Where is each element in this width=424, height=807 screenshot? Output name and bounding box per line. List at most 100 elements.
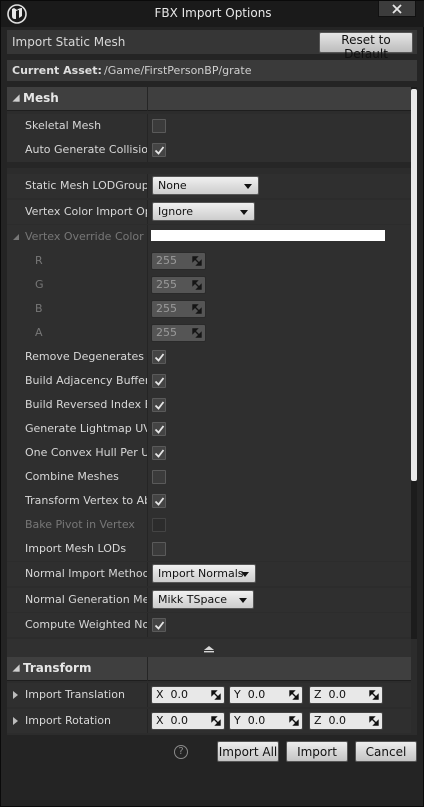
rotation-y-input[interactable]: Y 0.0 <box>229 712 303 730</box>
color-b-input[interactable]: 255 <box>151 300 206 318</box>
rotation-x-input[interactable]: X 0.0 <box>151 712 225 730</box>
row-label: Vertex Override Color <box>25 230 144 243</box>
row-skeletal-mesh: Skeletal Mesh <box>7 114 411 138</box>
checkmark-icon <box>154 448 164 458</box>
import-all-button[interactable]: Import All <box>217 741 279 762</box>
drag-handle-icon <box>211 716 221 726</box>
column-divider <box>147 657 148 681</box>
drag-handle-icon <box>369 690 379 700</box>
axis-label: Y <box>234 714 241 727</box>
row-import-rotation: Import Rotation X 0.0 Y 0.0 Z 0.0 <box>7 709 411 733</box>
import-options-window: FBX Import Options Import Static Mesh Re… <box>0 0 424 807</box>
rotation-z-input[interactable]: Z 0.0 <box>309 712 383 730</box>
row-generate-lightmap-uvs: Generate Lightmap UVs <box>7 417 411 441</box>
compute-weighted-normals-checkbox[interactable] <box>152 618 166 632</box>
translation-z-input[interactable]: Z 0.0 <box>309 686 383 704</box>
row-lod-group: Static Mesh LODGroup None <box>7 174 411 198</box>
build-reversed-index-checkbox[interactable] <box>152 398 166 412</box>
input-value: 0.0 <box>170 714 189 727</box>
column-divider <box>147 138 148 162</box>
row-normal-import-method: Normal Import Method Import Normals <box>7 562 411 586</box>
drag-handle-icon <box>369 716 379 726</box>
translation-y-input[interactable]: Y 0.0 <box>229 686 303 704</box>
vertex-override-color-swatch[interactable] <box>151 230 385 241</box>
color-g-input[interactable]: 255 <box>151 276 206 294</box>
import-mesh-lods-checkbox[interactable] <box>152 542 166 556</box>
expand-arrow-icon[interactable] <box>13 691 18 699</box>
reset-to-default-button[interactable]: Reset to Default <box>319 32 413 61</box>
build-adjacency-buffer-checkbox[interactable] <box>152 374 166 388</box>
input-value: 0.0 <box>247 688 266 701</box>
row-label: Vertex Color Import Opti <box>25 205 147 218</box>
column-divider <box>147 174 148 198</box>
category-transform[interactable]: Transform <box>7 657 411 681</box>
column-divider <box>147 321 148 345</box>
column-divider <box>147 683 148 707</box>
column-divider <box>147 249 148 273</box>
chevron-down-icon <box>244 184 252 189</box>
row-build-reversed-index: Build Reversed Index Bu <box>7 393 411 417</box>
transform-vertex-checkbox[interactable] <box>152 494 166 508</box>
category-mesh[interactable]: Mesh <box>7 87 411 111</box>
row-label: R <box>35 254 43 267</box>
checkmark-icon <box>154 145 164 155</box>
column-divider <box>147 345 148 369</box>
drag-handle-icon <box>192 280 202 290</box>
row-label: Generate Lightmap UVs <box>25 422 147 435</box>
column-divider <box>147 369 148 393</box>
expand-arrow-icon[interactable] <box>13 717 18 725</box>
title-bar: FBX Import Options <box>1 1 424 27</box>
collapse-up-icon <box>204 646 214 653</box>
row-label: Transform Vertex to Abs <box>25 494 147 507</box>
drag-handle-icon <box>192 256 202 266</box>
remove-degenerates-checkbox[interactable] <box>152 350 166 364</box>
row-normal-generation-method: Normal Generation Meth Mikk TSpace <box>7 588 411 612</box>
vertex-color-import-dropdown[interactable]: Ignore <box>152 202 255 221</box>
checkmark-icon <box>154 424 164 434</box>
expand-arrow-icon <box>12 94 20 102</box>
expand-arrow-icon[interactable] <box>13 234 19 240</box>
axis-label: X <box>156 714 164 727</box>
translation-x-input[interactable]: X 0.0 <box>151 686 225 704</box>
import-type-label: Import Static Mesh <box>12 35 126 49</box>
generate-lightmap-uvs-checkbox[interactable] <box>152 422 166 436</box>
row-one-convex-hull: One Convex Hull Per UC <box>7 441 411 465</box>
column-divider <box>147 225 148 249</box>
dropdown-value: None <box>158 179 187 192</box>
collapse-advanced-button[interactable] <box>7 639 411 659</box>
drag-handle-icon <box>211 690 221 700</box>
lod-group-dropdown[interactable]: None <box>152 176 259 195</box>
column-divider <box>147 417 148 441</box>
import-button[interactable]: Import <box>286 741 348 762</box>
checkmark-icon <box>154 620 164 630</box>
row-vertex-color-import: Vertex Color Import Opti Ignore <box>7 200 411 224</box>
column-divider <box>147 87 148 111</box>
row-label: Skeletal Mesh <box>25 119 102 132</box>
expand-arrow-icon <box>12 664 20 672</box>
combine-meshes-checkbox[interactable] <box>152 470 166 484</box>
cancel-button[interactable]: Cancel <box>355 741 417 762</box>
one-convex-hull-checkbox[interactable] <box>152 446 166 460</box>
auto-generate-collision-checkbox[interactable] <box>152 143 166 157</box>
row-label: Import Rotation <box>25 714 112 727</box>
row-label: Static Mesh LODGroup <box>25 179 147 192</box>
help-icon[interactable]: ? <box>174 745 188 759</box>
row-label: Import Translation <box>25 688 125 701</box>
scrollbar-thumb[interactable] <box>411 89 417 481</box>
column-divider <box>147 393 148 417</box>
color-r-input[interactable]: 255 <box>151 252 206 270</box>
row-build-adjacency-buffer: Build Adjacency Buffer <box>7 369 411 393</box>
close-button[interactable] <box>378 1 416 17</box>
skeletal-mesh-checkbox[interactable] <box>152 119 166 133</box>
normal-generation-method-dropdown[interactable]: Mikk TSpace <box>152 590 254 609</box>
checkmark-icon <box>154 496 164 506</box>
drag-handle-icon <box>192 304 202 314</box>
input-value: 0.0 <box>328 714 347 727</box>
normal-import-method-dropdown[interactable]: Import Normals <box>152 564 256 583</box>
input-value: 255 <box>156 278 177 291</box>
color-a-input[interactable]: 255 <box>151 324 206 342</box>
input-value: 255 <box>156 254 177 267</box>
close-icon <box>392 3 402 14</box>
axis-label: Y <box>234 688 241 701</box>
section-separator <box>7 162 411 168</box>
